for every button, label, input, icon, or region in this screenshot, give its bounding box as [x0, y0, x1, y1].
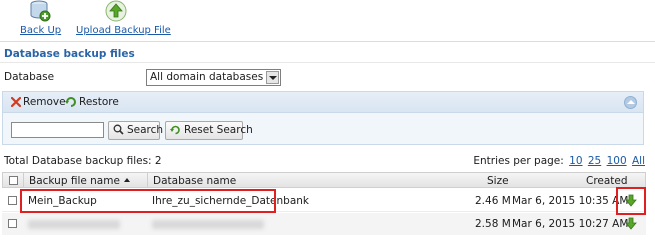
highlight-box-download — [616, 187, 646, 215]
column-divider — [23, 173, 24, 187]
toolbar: Back Up Upload Backup File — [0, 0, 655, 40]
sort-ascending-icon — [123, 178, 130, 182]
search-button-label: Search — [127, 124, 164, 136]
search-input[interactable] — [11, 122, 104, 138]
redacted-file-name — [28, 220, 120, 229]
column-header-created[interactable]: Created — [586, 175, 628, 187]
page-size-25[interactable]: 25 — [588, 155, 601, 167]
upload-backup-file-button[interactable]: Upload Backup File — [76, 0, 171, 36]
backup-created: Mar 6, 2015 10:35 AM — [512, 195, 629, 207]
action-panel: Remove Restore Search Reset Search — [2, 91, 644, 145]
page-size-100[interactable]: 100 — [607, 155, 627, 167]
chevron-down-icon — [266, 71, 279, 84]
column-header-file[interactable]: Backup file name — [29, 175, 130, 187]
row-checkbox[interactable] — [8, 219, 17, 228]
reset-search-button[interactable]: Reset Search — [165, 121, 253, 140]
entries-per-page-label: Entries per page: — [473, 155, 564, 167]
upload-icon — [105, 0, 127, 22]
collapse-icon[interactable] — [624, 96, 637, 109]
table-header: Backup file name Database name Size Crea… — [2, 172, 646, 188]
remove-icon — [10, 96, 22, 108]
page-size-10[interactable]: 10 — [569, 155, 582, 167]
database-backup-icon — [30, 0, 51, 22]
section-divider — [0, 62, 655, 63]
toolbar-divider — [0, 41, 655, 42]
database-select[interactable]: All domain databases — [146, 69, 281, 86]
column-divider — [147, 173, 148, 187]
highlight-box-backup-row — [20, 189, 276, 213]
back-up-button[interactable]: Back Up — [20, 0, 62, 36]
remove-label: Remove — [23, 96, 66, 108]
select-all-checkbox[interactable] — [9, 176, 18, 185]
reset-icon — [170, 125, 180, 135]
database-select-value: All domain databases — [150, 71, 264, 83]
backup-size: 2.46 M — [475, 195, 511, 207]
entries-per-page: Entries per page: 10 25 100 All — [473, 155, 645, 167]
total-count: Total Database backup files: 2 — [4, 155, 162, 167]
back-up-label: Back Up — [20, 25, 62, 36]
column-header-database[interactable]: Database name — [153, 175, 236, 187]
upload-backup-file-label: Upload Backup File — [76, 25, 171, 36]
redacted-database-name — [152, 220, 264, 229]
remove-button[interactable]: Remove — [10, 96, 66, 108]
page-size-all[interactable]: All — [632, 155, 645, 167]
section-title: Database backup files — [4, 48, 135, 60]
backup-size: 2.58 M — [475, 218, 511, 230]
search-icon — [113, 124, 124, 135]
row-checkbox[interactable] — [8, 196, 17, 205]
backup-created: Mar 6, 2015 10:27 AM — [512, 218, 629, 230]
column-file-label: Backup file name — [29, 175, 120, 187]
restore-icon — [65, 97, 76, 107]
panel-header: Remove Restore — [3, 92, 643, 113]
search-button[interactable]: Search — [108, 121, 164, 140]
restore-button[interactable]: Restore — [65, 96, 119, 108]
database-label: Database — [4, 71, 55, 83]
restore-label: Restore — [79, 96, 119, 108]
table-row[interactable]: 2.58 M Mar 6, 2015 10:27 AM — [2, 213, 646, 235]
download-icon[interactable] — [625, 217, 637, 230]
reset-search-label: Reset Search — [184, 124, 253, 136]
column-header-size[interactable]: Size — [487, 175, 509, 187]
